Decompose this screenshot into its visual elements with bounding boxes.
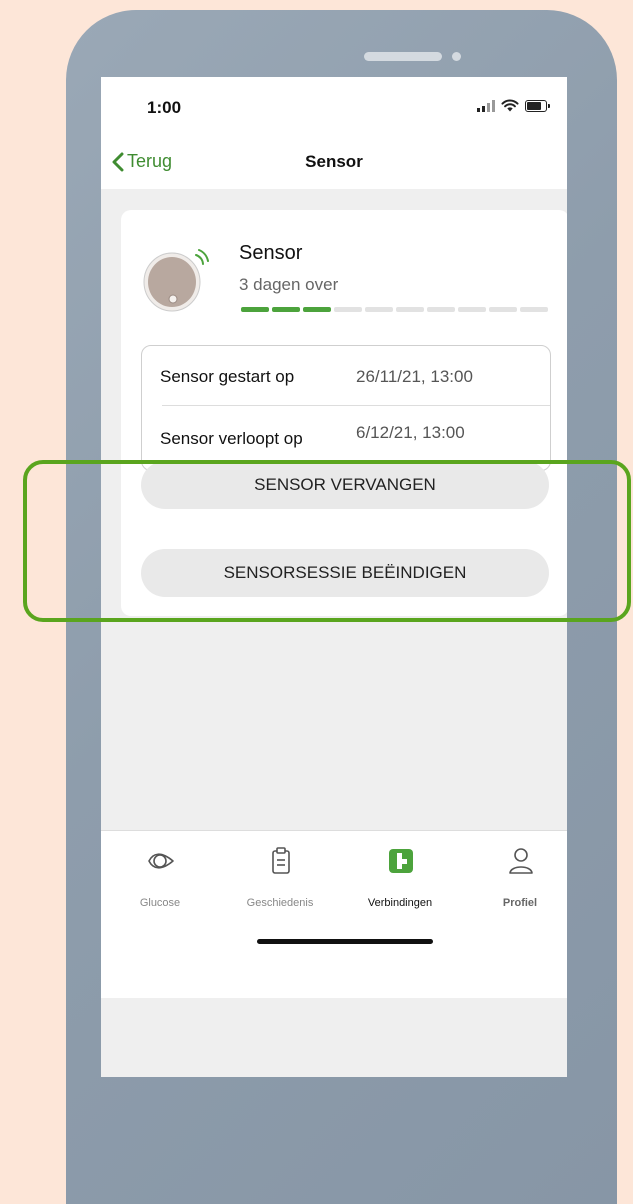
sensor-life-progress (241, 307, 548, 312)
sensor-expires-label: Sensor verloopt op (160, 429, 303, 448)
signal-icon (477, 99, 495, 112)
tab-profile-label: Profiel (502, 897, 538, 909)
tab-connections-label: Verbindingen (367, 897, 433, 909)
battery-icon (525, 99, 550, 112)
status-icons (477, 99, 550, 112)
sensor-started-label: Sensor gestart op (160, 367, 295, 386)
glucose-icon (148, 853, 174, 869)
sensor-expires-row: Sensor verloopt op 6/12/21, 13:00 (142, 406, 550, 464)
sensor-device-icon (143, 249, 209, 312)
tab-glucose-label: Glucose (139, 897, 181, 909)
tab-history[interactable]: Geschiedenis (225, 831, 335, 931)
person-icon (509, 848, 533, 874)
sensor-expires-value: 6/12/21, 13:00 (356, 423, 465, 442)
tab-bar: Glucose Geschiedenis Verbindingen Profie… (101, 830, 567, 998)
tab-profile[interactable]: Profiel (465, 831, 567, 931)
progress-segment (241, 307, 269, 312)
sensor-started-row: Sensor gestart op 26/11/21, 13:00 (142, 346, 550, 404)
tab-glucose[interactable]: Glucose (105, 831, 215, 931)
home-indicator (257, 939, 433, 944)
wifi-icon (501, 99, 519, 112)
camera (452, 52, 461, 61)
progress-segment (427, 307, 455, 312)
app-screen: 1:00 Terug Sensor Sensor 3 dagen over Se… (101, 77, 567, 1077)
clipboard-icon (272, 847, 290, 874)
sensor-info-box: Sensor gestart op 26/11/21, 13:00 Sensor… (141, 345, 551, 471)
progress-segment (272, 307, 300, 312)
sensor-card: Sensor 3 dagen over Sensor gestart op 26… (121, 210, 567, 616)
replace-sensor-button[interactable]: SENSOR VERVANGEN (141, 461, 549, 509)
page-title: Sensor (305, 152, 363, 171)
progress-segment (303, 307, 331, 312)
progress-segment (489, 307, 517, 312)
sensor-remaining: 3 dagen over (239, 275, 339, 294)
status-bar: 1:00 (101, 77, 567, 137)
tab-history-label: Geschiedenis (246, 897, 314, 909)
sensor-started-value: 26/11/21, 13:00 (356, 367, 473, 386)
end-sensor-session-button[interactable]: SENSORSESSIE BEËINDIGEN (141, 549, 549, 597)
progress-segment (396, 307, 424, 312)
sensor-name: Sensor (239, 242, 303, 264)
tab-connections[interactable]: Verbindingen (345, 831, 455, 931)
speaker (364, 52, 442, 61)
progress-segment (458, 307, 486, 312)
status-time: 1:00 (147, 98, 182, 117)
connections-icon (389, 849, 413, 873)
progress-segment (365, 307, 393, 312)
progress-segment (334, 307, 362, 312)
navigation-bar: Terug Sensor (101, 137, 567, 189)
progress-segment (520, 307, 548, 312)
